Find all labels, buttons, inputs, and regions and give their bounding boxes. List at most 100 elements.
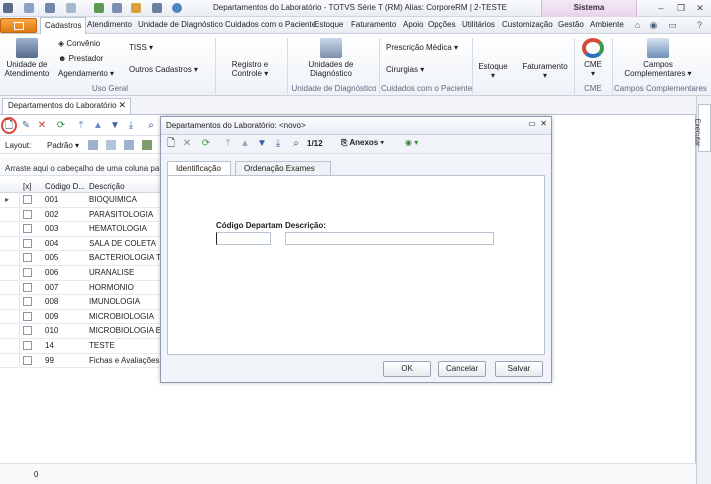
tab-departamentos-laboratorio[interactable]: Departamentos do Laboratório ✕ <box>2 98 131 114</box>
campos-complementares-button[interactable]: Campos Complementares ▾ <box>620 38 696 78</box>
delete-record-icon[interactable]: ✕ <box>36 120 48 132</box>
outros-cadastros-button[interactable]: Outros Cadastros ▾ <box>129 65 198 74</box>
menu-estoque[interactable]: Estoque <box>314 20 343 29</box>
table-row[interactable]: 99 Fichas e Avaliações <box>0 353 163 369</box>
refresh-icon[interactable]: ⟳ <box>55 120 67 132</box>
table-row[interactable]: 002 PARASITOLOGIA <box>0 207 163 223</box>
row-checkbox[interactable] <box>23 311 32 321</box>
close-tab-icon[interactable]: ✕ <box>118 100 126 111</box>
quick-access-save-icon[interactable] <box>45 3 55 13</box>
menu-atendimento[interactable]: Atendimento <box>87 20 132 29</box>
table-row[interactable]: 008 IMUNOLOGIA <box>0 295 163 310</box>
row-checkbox[interactable] <box>23 238 32 248</box>
quick-access-process-icon[interactable] <box>131 3 141 13</box>
menu-gestao[interactable]: Gestão <box>558 20 584 29</box>
prescricao-medica-button[interactable]: Prescrição Médica ▾ <box>386 43 458 52</box>
executar-panel-button[interactable]: Executar <box>693 104 711 152</box>
dialog-refresh-icon[interactable]: ⟳ <box>200 138 212 150</box>
dialog-next-icon[interactable]: ▼ <box>256 138 268 150</box>
table-row[interactable]: 010 MICROBIOLOGIA E BI <box>0 324 163 339</box>
quick-access-window-icon[interactable] <box>66 3 76 13</box>
codigo-input[interactable] <box>216 232 271 245</box>
globe-icon[interactable]: ◉ <box>648 20 659 31</box>
dialog-first-icon[interactable]: ⤒ <box>222 138 234 150</box>
tab-ordenacao-exames[interactable]: Ordenação Exames <box>235 161 331 176</box>
quick-access-new-icon[interactable] <box>24 3 34 13</box>
row-checkbox[interactable] <box>23 224 32 234</box>
previous-record-icon[interactable]: ▲ <box>92 120 104 132</box>
row-checkbox[interactable] <box>23 297 32 307</box>
dialog-maximize-button[interactable]: ▭ <box>528 119 536 128</box>
menu-utilitarios[interactable]: Utilitários <box>462 20 495 29</box>
row-checkbox[interactable] <box>23 195 32 204</box>
globe-dropdown-icon[interactable]: ◉ ▾ <box>405 138 418 147</box>
descricao-input[interactable] <box>285 232 494 245</box>
menu-customizacao[interactable]: Customização <box>502 20 553 29</box>
quick-access-report-icon[interactable] <box>94 3 104 13</box>
column-header-select[interactable]: [x] <box>23 182 31 191</box>
cirurgias-button[interactable]: Cirurgias ▾ <box>386 65 424 74</box>
unidades-diagnostico-button[interactable]: Unidades de Diagnóstico <box>296 38 366 78</box>
row-checkbox[interactable] <box>23 267 32 277</box>
new-record-icon[interactable]: 🗋 <box>3 120 15 132</box>
quick-access-chart-icon[interactable] <box>112 3 122 13</box>
table-row[interactable]: 006 URANALISE <box>0 265 163 281</box>
column-header-description[interactable]: Descrição <box>89 182 125 191</box>
first-record-icon[interactable]: ⤒ <box>75 120 87 132</box>
tab-identificacao[interactable]: Identificação <box>167 161 231 176</box>
dialog-last-icon[interactable]: ⤓ <box>272 138 284 150</box>
menu-cadastros[interactable]: Cadastros <box>40 17 87 35</box>
convenio-button[interactable]: ◈ Convênio <box>58 39 100 48</box>
save-button[interactable]: Salvar <box>495 361 543 377</box>
menu-opcoes[interactable]: Opções <box>428 20 456 29</box>
anexos-dropdown[interactable]: ⎘ Anexos ▾ <box>341 138 384 148</box>
home-icon[interactable]: ⌂ <box>632 20 643 31</box>
ok-button[interactable]: OK <box>383 361 431 377</box>
table-row[interactable]: 005 BACTERIOLOGIA TESTE <box>0 251 163 266</box>
faturamento-button[interactable]: Faturamento ▾ <box>518 62 572 80</box>
cme-button[interactable]: CME ▾ <box>578 38 608 78</box>
unidade-atendimento-button[interactable]: Unidade de Atendimento <box>4 38 50 78</box>
menu-apoio[interactable]: Apoio <box>403 20 423 29</box>
table-row[interactable]: 007 HORMONIO <box>0 280 163 296</box>
last-record-icon[interactable]: ⤓ <box>125 120 137 132</box>
layout-action-icon[interactable] <box>124 140 134 150</box>
close-window-button[interactable]: ✕ <box>693 2 707 14</box>
dialog-previous-icon[interactable]: ▲ <box>239 138 251 150</box>
menu-ambiente[interactable]: Ambiente <box>590 20 624 29</box>
menu-faturamento[interactable]: Faturamento <box>351 20 396 29</box>
layout-action-icon[interactable] <box>142 140 152 150</box>
estoque-button[interactable]: Estoque ▾ <box>476 62 510 80</box>
minimize-button[interactable]: – <box>654 2 668 14</box>
row-checkbox[interactable] <box>23 209 32 219</box>
prestador-button[interactable]: ☻ Prestador <box>58 54 103 63</box>
edit-record-icon[interactable]: ✎ <box>20 120 32 132</box>
table-row[interactable]: 003 HEMATOLOGIA <box>0 222 163 237</box>
restore-button[interactable]: ❐ <box>674 2 688 14</box>
window-list-icon[interactable]: ▭ <box>667 20 678 31</box>
column-header-code[interactable]: Código D... <box>45 182 85 191</box>
agendamento-button[interactable]: Agendamento ▾ <box>58 69 114 78</box>
cancel-button[interactable]: Cancelar <box>438 361 486 377</box>
layout-action-icon[interactable] <box>88 140 98 150</box>
table-row[interactable]: 14 TESTE <box>0 338 163 354</box>
dialog-find-icon[interactable]: ⌕ <box>290 138 302 150</box>
row-checkbox[interactable] <box>23 355 32 365</box>
application-menu-button[interactable] <box>0 18 37 33</box>
menu-unidade-diagnostico[interactable]: Unidade de Diagnóstico <box>138 20 223 29</box>
dialog-close-button[interactable]: ✕ <box>540 119 547 128</box>
tiss-button[interactable]: TISS ▾ <box>129 43 153 52</box>
help-icon[interactable]: ? <box>694 20 705 31</box>
dialog-delete-icon[interactable]: ✕ <box>181 138 193 150</box>
quick-access-query-icon[interactable] <box>152 3 162 13</box>
layout-select[interactable]: Padrão ▾ <box>47 141 79 150</box>
layout-action-icon[interactable] <box>106 140 116 150</box>
row-checkbox[interactable] <box>23 253 32 263</box>
context-tab-sistema[interactable]: Sistema <box>541 0 637 17</box>
row-checkbox[interactable] <box>23 282 32 292</box>
table-row[interactable]: 009 MICROBIOLOGIA <box>0 309 163 325</box>
next-record-icon[interactable]: ▼ <box>109 120 121 132</box>
table-row[interactable]: ▸ 001 BIOQUIMICA <box>0 193 163 208</box>
dialog-new-icon[interactable]: 🗋 <box>165 138 177 150</box>
find-icon[interactable]: ⌕ <box>145 120 157 132</box>
